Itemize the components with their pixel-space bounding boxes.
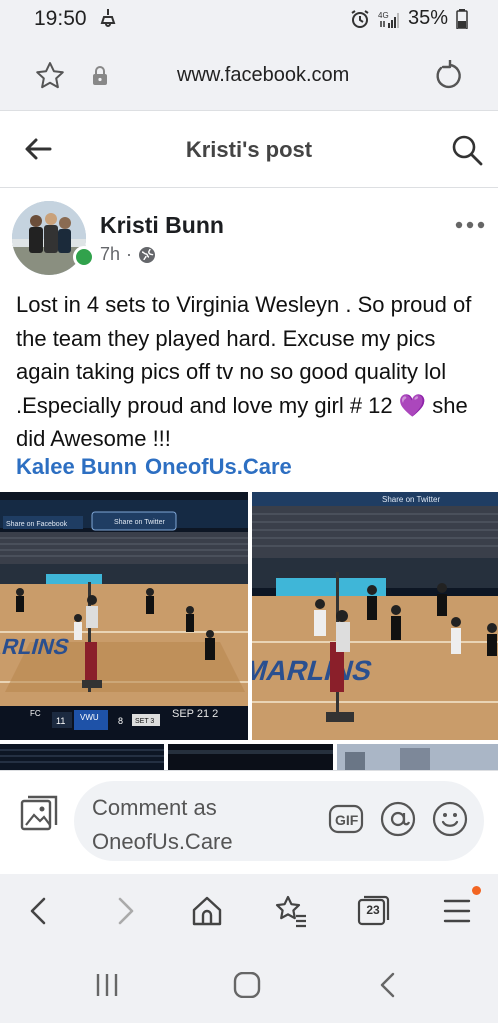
- tag-link[interactable]: OneofUs.Care: [145, 454, 292, 479]
- page-title: Kristi's post: [185, 137, 313, 162]
- score-team-a: FC: [30, 709, 41, 718]
- browser-address-bar: www.facebook.com: [0, 40, 498, 110]
- status-time: 19:50: [34, 7, 87, 30]
- comment-placeholder: Comment as OneofUs.Care: [92, 795, 233, 854]
- lock-icon: [93, 66, 107, 85]
- purple-heart-emoji: 💜: [398, 392, 427, 418]
- post-time[interactable]: 7h: [100, 244, 120, 265]
- meta-separator: ·: [126, 244, 133, 264]
- tabs-count: 23: [366, 903, 380, 917]
- post-tags: Kalee Bunn OneofUs.Care: [16, 454, 300, 480]
- mention-icon[interactable]: [380, 801, 416, 837]
- share-facebook-label: Share on Facebook: [6, 521, 68, 528]
- score-b: 8: [118, 716, 123, 726]
- tag-link[interactable]: Kalee Bunn: [16, 454, 137, 479]
- svg-text:4G: 4G: [378, 11, 389, 20]
- court-logo-text-2: MARLINS: [252, 655, 376, 686]
- more-options-icon[interactable]: [454, 218, 486, 232]
- notification-dot: [472, 886, 481, 895]
- date-label: SEP 21 2: [172, 708, 218, 720]
- emoji-icon[interactable]: [432, 801, 468, 837]
- tabs-button[interactable]: 23: [356, 894, 390, 928]
- post-photo-strip[interactable]: [0, 744, 498, 770]
- bookmark-star-icon[interactable]: [34, 60, 66, 92]
- share-twitter-label: Share on Twitter: [114, 519, 166, 526]
- post-text: Lost in 4 sets to Virginia Wesleyn . So …: [16, 288, 486, 456]
- home-icon[interactable]: [232, 972, 262, 998]
- online-status-indicator: [73, 246, 95, 268]
- score-team-b: VWU: [80, 713, 99, 722]
- photo-attach-icon[interactable]: [20, 795, 58, 835]
- battery-icon: [456, 8, 468, 29]
- battery-percent: 35%: [407, 7, 448, 29]
- gif-label: GIF: [335, 812, 359, 828]
- menu-icon[interactable]: [440, 894, 474, 928]
- system-nav-bar: [0, 948, 498, 1023]
- url-field[interactable]: www.facebook.com: [177, 64, 349, 87]
- status-indicators: 4G 35%: [350, 7, 468, 30]
- signal-icon: 4G: [378, 11, 399, 28]
- recent-apps-icon[interactable]: [92, 972, 122, 998]
- status-bar: 19:50 4G 35%: [0, 0, 498, 40]
- post-photo-2[interactable]: Share on Twitter MARLINS: [252, 492, 498, 740]
- browser-toolbar: 23: [0, 874, 498, 948]
- reload-icon[interactable]: [432, 60, 464, 92]
- comment-bar: Comment as OneofUs.Care GIF: [0, 770, 498, 874]
- photo-banner-text: Share on Twitter: [382, 495, 440, 504]
- globe-icon: [139, 246, 156, 263]
- author-name[interactable]: Kristi Bunn: [100, 212, 224, 239]
- court-logo-text: MARLINS: [0, 634, 72, 659]
- alarm-icon: [351, 9, 369, 28]
- score-a: 11: [56, 716, 65, 726]
- gif-button[interactable]: GIF: [328, 803, 364, 835]
- browser-back-icon[interactable]: [22, 894, 56, 928]
- comment-input[interactable]: Comment as OneofUs.Care GIF: [74, 781, 484, 861]
- post-photo-1[interactable]: Share on Facebook Share on Twitter MARLI…: [0, 492, 248, 740]
- browser-forward-icon[interactable]: [108, 894, 142, 928]
- notification-icon: [100, 8, 116, 33]
- browser-home-icon[interactable]: [190, 894, 224, 928]
- set-label: SET 3: [135, 718, 154, 725]
- post-header: Kristi's post: [0, 110, 498, 188]
- bookmarks-icon[interactable]: [274, 894, 308, 928]
- search-icon[interactable]: [450, 133, 484, 167]
- post-meta: 7h ·: [100, 244, 156, 265]
- system-back-icon[interactable]: [374, 972, 404, 998]
